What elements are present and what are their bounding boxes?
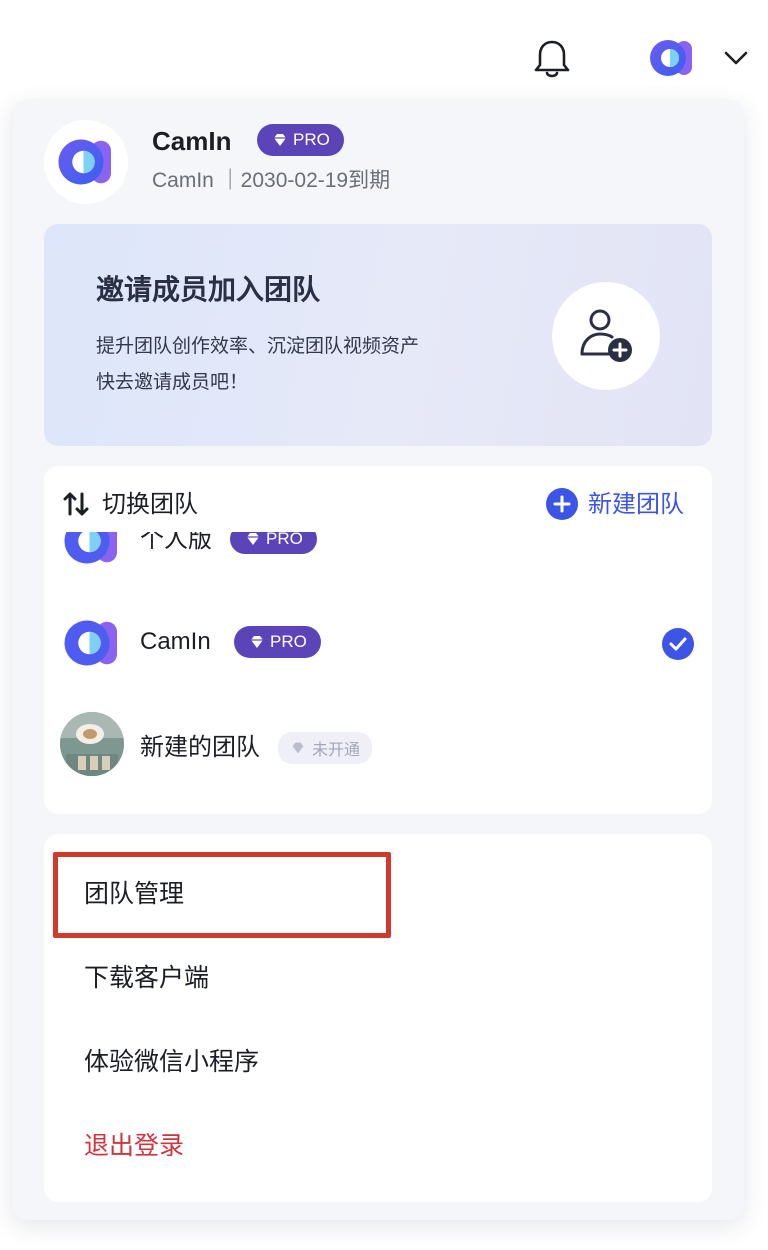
account-menu: 团队管理 下载客户端 体验微信小程序 退出登录	[44, 834, 712, 1202]
pro-badge: PRO	[234, 626, 321, 658]
inactive-badge: 未开通	[278, 732, 373, 764]
invite-desc-line2: 快去邀请成员吧！	[96, 371, 249, 393]
top-bar	[0, 0, 768, 100]
diamond-icon	[292, 742, 304, 754]
team-name: 新建的团队	[140, 734, 260, 761]
invite-title: 邀请成员加入团队	[96, 273, 321, 306]
menu-item-download-client[interactable]: 下载客户端	[84, 958, 209, 998]
invite-button[interactable]	[552, 282, 660, 390]
menu-item-logout[interactable]: 退出登录	[84, 1126, 184, 1166]
account-dropdown-panel: CamIn PRO CamIn ｜2030-02-19到期 邀请成员加入团队 提…	[12, 100, 744, 1220]
account-header: CamIn PRO CamIn ｜2030-02-19到期	[44, 120, 712, 204]
add-user-icon	[580, 309, 632, 362]
pro-badge: PRO	[257, 124, 344, 156]
invite-members-card[interactable]: 邀请成员加入团队 提升团队创作效率、沉淀团队视频资产 快去邀请成员吧！	[44, 224, 712, 446]
bell-icon[interactable]	[531, 38, 573, 80]
invite-description: 提升团队创作效率、沉淀团队视频资产 快去邀请成员吧！	[96, 328, 516, 400]
menu-item-team-management[interactable]: 团队管理	[84, 874, 184, 914]
switch-team-label: 切换团队	[102, 490, 198, 518]
team-switch-card: 个人版 PRO 切换团队 新建团队 CamIn PRO 新建的团队 未开通	[44, 466, 712, 814]
account-avatar	[44, 120, 128, 204]
camin-logo-icon	[64, 620, 117, 666]
team-name: CamIn	[140, 628, 211, 655]
team-photo-avatar	[60, 712, 124, 776]
account-expiry: CamIn ｜2030-02-19到期	[152, 169, 391, 192]
invite-desc-line1: 提升团队创作效率、沉淀团队视频资产	[96, 335, 420, 357]
new-team-button[interactable]: 新建团队	[546, 484, 684, 524]
camin-logo-icon[interactable]	[648, 38, 696, 78]
inactive-badge-label: 未开通	[312, 740, 361, 759]
account-name: CamIn	[152, 126, 232, 156]
diamond-icon	[247, 533, 259, 545]
pro-badge-label: PRO	[293, 130, 330, 149]
team-row-camin[interactable]: CamIn PRO	[44, 592, 712, 692]
chevron-down-icon[interactable]	[722, 46, 750, 70]
pro-badge-label: PRO	[270, 632, 307, 651]
switch-arrows-icon	[63, 492, 89, 516]
team-row-new-team[interactable]: 新建的团队 未开通	[44, 698, 712, 798]
diamond-icon	[251, 636, 263, 648]
camin-logo-icon	[58, 139, 111, 185]
menu-item-wechat-miniprogram[interactable]: 体验微信小程序	[84, 1042, 259, 1082]
teams-header: 切换团队 新建团队	[62, 484, 692, 524]
new-team-label: 新建团队	[588, 490, 684, 518]
pro-badge-label: PRO	[266, 529, 303, 548]
diamond-icon	[274, 134, 286, 146]
selected-check-icon	[662, 628, 694, 660]
plus-circle-icon	[546, 488, 578, 520]
